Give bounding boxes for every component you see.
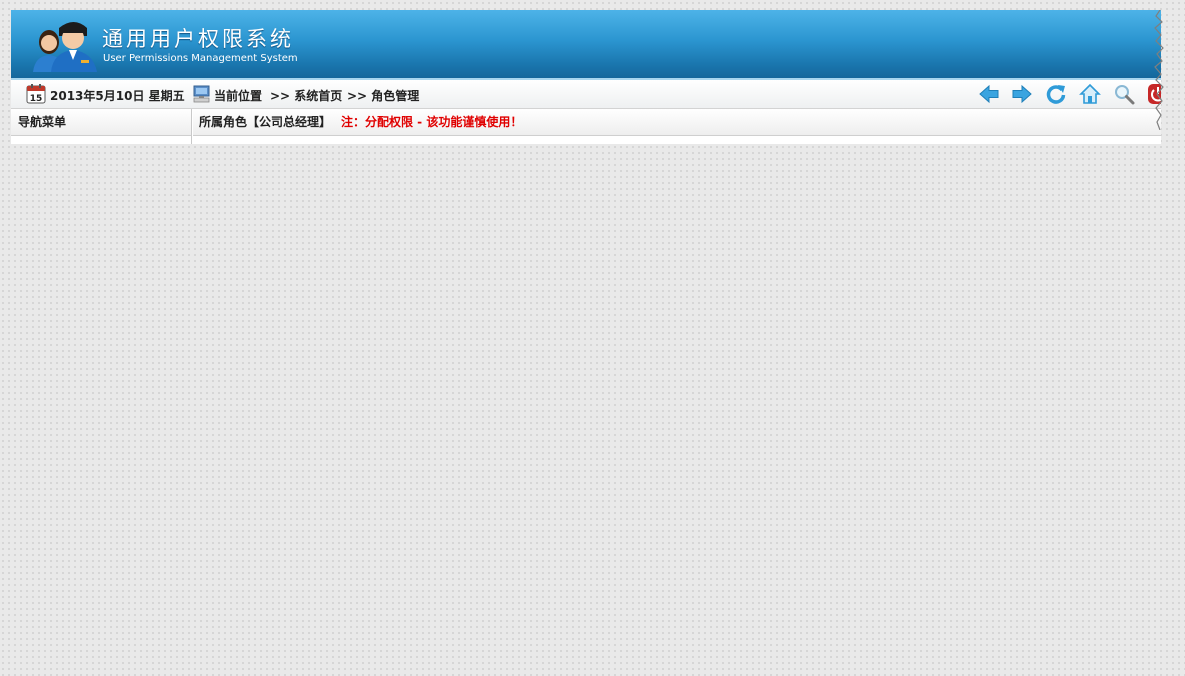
app-title: 通用用户权限系统	[102, 27, 294, 51]
refresh-icon[interactable]	[1045, 83, 1067, 105]
home-icon[interactable]	[1079, 83, 1101, 105]
back-icon[interactable]	[978, 83, 1000, 105]
current-date: 2013年5月10日 星期五	[50, 89, 185, 103]
app-window: 通用用户权限系统 User Permissions Management Sys…	[11, 10, 1161, 144]
main-panel: 所属角色【公司总经理】 注：分配权限 - 该功能谨慎使用！	[193, 109, 1161, 144]
sidebar: 导航菜单	[11, 109, 192, 144]
users-logo-icon	[33, 22, 97, 72]
sidebar-title: 导航菜单	[11, 109, 191, 136]
breadcrumb-role-management[interactable]: >> 角色管理	[347, 87, 419, 104]
torn-edge-decoration	[1154, 10, 1164, 130]
nav-bar: 15 2013年5月10日 星期五 当前位置 >> 系统首页 >> 角色管理	[11, 80, 1161, 109]
location-label: 当前位置	[214, 89, 263, 103]
calendar-icon: 15	[26, 84, 46, 104]
app-header: 通用用户权限系统 User Permissions Management Sys…	[11, 10, 1161, 78]
breadcrumb-home[interactable]: >> 系统首页	[270, 87, 342, 104]
calendar-day: 15	[30, 94, 43, 104]
main-panel-header: 所属角色【公司总经理】 注：分配权限 - 该功能谨慎使用！	[193, 109, 1161, 136]
app-subtitle: User Permissions Management System	[103, 53, 298, 64]
forward-icon[interactable]	[1011, 83, 1033, 105]
content-area: 导航菜单 所属角色【公司总经理】 注：分配权限 - 该功能谨慎使用！	[11, 109, 1161, 144]
computer-icon	[193, 85, 210, 103]
search-icon[interactable]	[1113, 83, 1135, 105]
role-title: 所属角色【公司总经理】	[199, 115, 332, 129]
permission-warning: 注：分配权限 - 该功能谨慎使用！	[341, 115, 523, 129]
